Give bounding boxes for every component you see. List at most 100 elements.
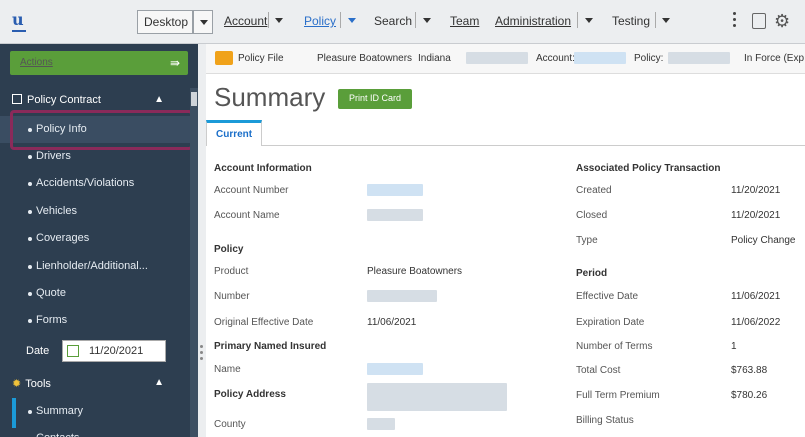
policy-contract-label: Policy Contract bbox=[27, 94, 101, 106]
name-label: Name bbox=[214, 364, 241, 375]
redacted-field bbox=[466, 52, 528, 64]
nav-divider bbox=[655, 12, 656, 28]
print-id-card-button[interactable]: Print ID Card bbox=[338, 89, 412, 109]
number-label: Number bbox=[214, 291, 250, 302]
policy-label: Policy: bbox=[634, 53, 664, 64]
top-nav-bar: u Desktop Account Policy Search Team Adm… bbox=[0, 0, 805, 44]
nav-policy-dropdown-icon[interactable] bbox=[348, 18, 356, 23]
redacted-account-number bbox=[367, 184, 423, 196]
nav-divider bbox=[340, 12, 341, 28]
expiration-date-label: Expiration Date bbox=[576, 317, 645, 328]
tab-divider bbox=[206, 145, 805, 146]
account-label: Account: bbox=[536, 53, 575, 64]
sidebar-item-contacts[interactable]: Contacts bbox=[0, 425, 190, 437]
sidebar-item-coverages[interactable]: Coverages bbox=[0, 225, 190, 252]
tools-icon: ✹ bbox=[12, 378, 22, 390]
nav-search-dropdown-icon[interactable] bbox=[423, 18, 431, 23]
page-title: Summary bbox=[214, 82, 326, 112]
sidebar-section-policy-contract[interactable]: Policy Contract ▲ bbox=[0, 88, 178, 112]
nav-administration-dropdown-icon[interactable] bbox=[585, 18, 593, 23]
account-info-header: Account Information bbox=[214, 163, 312, 174]
edit-icon[interactable] bbox=[752, 13, 766, 29]
period-header: Period bbox=[576, 268, 608, 279]
nav-team[interactable]: Team bbox=[450, 14, 479, 28]
sidebar-item-lienholder[interactable]: Lienholder/Additional... bbox=[0, 253, 190, 280]
collapse-icon[interactable]: ▲ bbox=[154, 94, 164, 105]
redacted-county bbox=[367, 418, 395, 430]
total-cost-value: $763.88 bbox=[731, 365, 768, 376]
highlight-annotation bbox=[10, 110, 193, 150]
sidebar-item-summary[interactable]: Summary bbox=[0, 398, 190, 425]
effective-date-value: 11/06/2021 bbox=[731, 291, 781, 302]
nav-testing[interactable]: Testing bbox=[612, 14, 650, 28]
sidebar-item-forms[interactable]: Forms bbox=[0, 307, 190, 334]
created-label: Created bbox=[576, 185, 612, 196]
nav-account[interactable]: Account bbox=[224, 14, 267, 28]
policy-file-label[interactable]: Policy File bbox=[238, 53, 284, 64]
full-term-premium-value: $780.26 bbox=[731, 390, 768, 401]
gear-icon[interactable]: ⚙ bbox=[774, 11, 794, 31]
nav-divider bbox=[268, 12, 269, 28]
sidebar-item-quote[interactable]: Quote bbox=[0, 280, 190, 307]
closed-value: 11/20/2021 bbox=[731, 210, 781, 221]
state-text: Indiana bbox=[418, 53, 451, 64]
product-text: Pleasure Boatowners bbox=[317, 53, 413, 64]
nav-divider bbox=[577, 12, 578, 28]
actions-button[interactable]: Actions ⇛ bbox=[10, 51, 188, 75]
effective-date-label: Effective Date bbox=[576, 291, 639, 302]
tools-label: Tools bbox=[25, 378, 51, 390]
tab-current[interactable]: Current bbox=[206, 120, 262, 146]
redacted-name bbox=[367, 363, 423, 375]
date-label: Date bbox=[26, 345, 50, 357]
original-effective-date-label: Original Effective Date bbox=[214, 317, 314, 328]
redacted-account-name bbox=[367, 209, 423, 221]
policy-info-bar: Policy File Pleasure Boatowners Indiana … bbox=[206, 44, 805, 74]
product-value: Pleasure Boatowners bbox=[367, 266, 463, 277]
redacted-policy bbox=[668, 52, 730, 64]
type-value: Policy Change bbox=[731, 235, 796, 246]
full-term-premium-label: Full Term Premium bbox=[576, 390, 660, 401]
folder-icon bbox=[215, 51, 233, 65]
app-logo-icon[interactable]: u bbox=[12, 10, 32, 30]
number-of-terms-label: Number of Terms bbox=[576, 341, 653, 352]
total-cost-label: Total Cost bbox=[576, 365, 621, 376]
redacted-address bbox=[367, 383, 507, 411]
more-options-icon[interactable] bbox=[733, 12, 737, 32]
sidebar-scrollbar[interactable] bbox=[190, 88, 198, 437]
sidebar-item-vehicles[interactable]: Vehicles bbox=[0, 198, 190, 225]
created-value: 11/20/2021 bbox=[731, 185, 781, 196]
sidebar-scroll-thumb[interactable] bbox=[191, 92, 197, 106]
sidebar-section-tools[interactable]: ✹ Tools ▲ bbox=[0, 371, 178, 395]
app-logo-underline bbox=[12, 30, 26, 32]
number-of-terms-value: 1 bbox=[731, 341, 737, 352]
sidebar-item-accidents-violations[interactable]: Accidents/Violations bbox=[0, 170, 190, 197]
collapse-icon[interactable]: ▲ bbox=[154, 377, 164, 388]
date-value: 11/20/2021 bbox=[89, 345, 144, 357]
nav-account-dropdown-icon[interactable] bbox=[275, 18, 283, 23]
policy-address-header: Policy Address bbox=[214, 389, 286, 400]
nav-administration[interactable]: Administration bbox=[495, 14, 571, 28]
splitter-grip-icon[interactable] bbox=[200, 345, 204, 363]
nav-search[interactable]: Search bbox=[374, 14, 412, 28]
account-number-label: Account Number bbox=[214, 185, 289, 196]
policy-contract-icon bbox=[12, 94, 22, 104]
actions-label: Actions bbox=[20, 57, 53, 68]
original-effective-date-value: 11/06/2021 bbox=[367, 317, 417, 328]
nav-desktop-dropdown[interactable] bbox=[193, 10, 213, 34]
policy-header: Policy bbox=[214, 244, 244, 255]
nav-testing-dropdown-icon[interactable] bbox=[662, 18, 670, 23]
expiration-date-value: 11/06/2022 bbox=[731, 317, 781, 328]
nav-divider bbox=[415, 12, 416, 28]
redacted-account bbox=[574, 52, 626, 64]
actions-expand-icon: ⇛ bbox=[169, 56, 180, 70]
panel-splitter[interactable] bbox=[198, 44, 206, 437]
product-label: Product bbox=[214, 266, 249, 277]
closed-label: Closed bbox=[576, 210, 608, 221]
county-label: County bbox=[214, 419, 246, 430]
date-field[interactable]: 11/20/2021 bbox=[62, 340, 166, 362]
calendar-icon[interactable] bbox=[67, 345, 79, 357]
nav-policy[interactable]: Policy bbox=[304, 14, 336, 28]
nav-desktop[interactable]: Desktop bbox=[137, 10, 193, 34]
primary-named-insured-header: Primary Named Insured bbox=[214, 341, 327, 352]
billing-status-label: Billing Status bbox=[576, 415, 634, 426]
